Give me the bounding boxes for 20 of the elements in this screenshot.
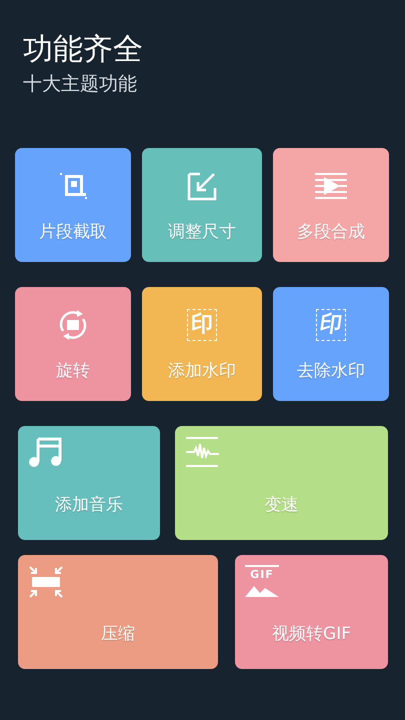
resize-icon <box>186 170 218 200</box>
watermark-icon: 印 <box>187 308 217 340</box>
feature-tile[interactable]: 变速 <box>175 426 388 540</box>
compress-icon <box>28 565 64 599</box>
play-lines-icon <box>313 170 349 200</box>
feature-tile[interactable]: 片段截取 <box>15 148 131 262</box>
feature-tile[interactable]: 印 去除水印 <box>273 287 389 401</box>
feature-tile[interactable]: 调整尺寸 <box>142 148 262 262</box>
music-note-icon <box>28 436 64 468</box>
feature-tile[interactable]: 多段合成 <box>273 148 389 262</box>
feature-tile[interactable]: 添加音乐 <box>18 426 160 540</box>
feature-tile[interactable]: 旋转 <box>15 287 131 401</box>
feature-tile[interactable]: 印 添加水印 <box>142 287 262 401</box>
page-title: 功能齐全 <box>23 31 144 69</box>
feature-tile[interactable]: 压缩 <box>18 555 218 669</box>
remove-watermark-icon: 印 <box>316 308 346 340</box>
page-subtitle: 十大主题功能 <box>23 72 138 97</box>
rotate-icon <box>57 308 89 340</box>
waveform-icon <box>185 436 219 468</box>
feature-tile[interactable]: GIF 视频转GIF <box>235 555 388 669</box>
